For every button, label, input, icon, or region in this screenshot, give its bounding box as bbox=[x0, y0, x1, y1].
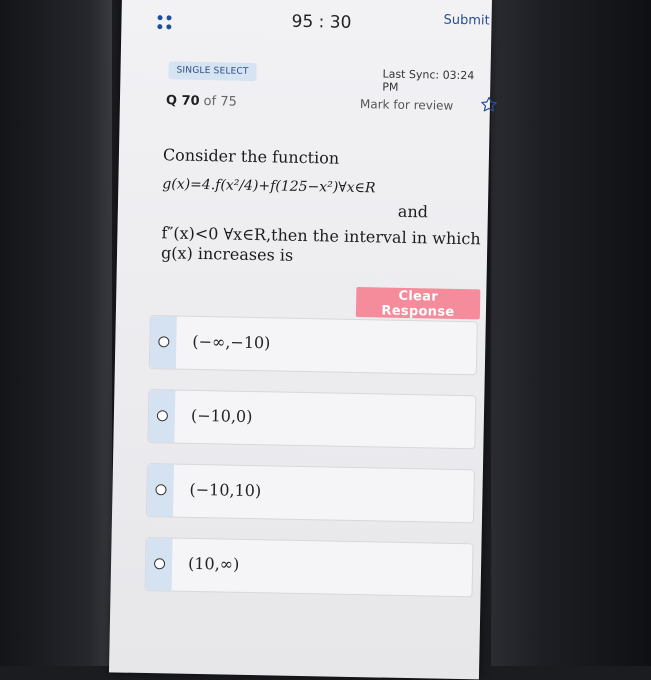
menu-dots-icon[interactable] bbox=[157, 15, 173, 31]
mark-for-review-link[interactable]: Mark for review bbox=[360, 97, 454, 113]
question-type-badge: SINGLE SELECT bbox=[168, 61, 257, 82]
option-2[interactable]: (−10,0) bbox=[147, 389, 477, 450]
countdown-timer: 95 : 30 bbox=[291, 11, 352, 33]
option-label: (−10,0) bbox=[190, 405, 253, 427]
phone-screen: 95 : 30 Submit SINGLE SELECT Last Sync: … bbox=[108, 0, 497, 680]
question-line-4: g(x) increases is bbox=[160, 243, 294, 265]
clear-response-button[interactable]: Clear Response bbox=[355, 287, 481, 320]
option-1[interactable]: (−∞,−10) bbox=[148, 315, 478, 376]
background-right bbox=[491, 0, 651, 666]
star-outline-icon[interactable] bbox=[480, 95, 498, 113]
option-3[interactable]: (−10,10) bbox=[145, 463, 475, 524]
option-label: (−∞,−10) bbox=[192, 331, 271, 353]
background-left bbox=[0, 0, 112, 666]
question-total: of 75 bbox=[203, 94, 237, 110]
question-and: and bbox=[397, 201, 429, 222]
submit-button[interactable]: Submit bbox=[443, 13, 489, 29]
option-label: (−10,10) bbox=[189, 479, 262, 501]
option-label: (10,∞) bbox=[187, 553, 240, 574]
option-4[interactable]: (10,∞) bbox=[144, 537, 474, 598]
question-number: Q 70 bbox=[165, 93, 200, 109]
question-counter: Q 70 of 75 bbox=[166, 93, 237, 109]
question-text: Consider the function g(x)=4.f(x²/4)+f(1… bbox=[161, 145, 493, 265]
last-sync-status: Last Sync: 03:24 PM bbox=[382, 67, 475, 94]
question-line-1: Consider the function bbox=[162, 145, 340, 168]
question-line-2: g(x)=4.f(x²/4)+f(125−x²)∀x∈R bbox=[162, 176, 376, 197]
